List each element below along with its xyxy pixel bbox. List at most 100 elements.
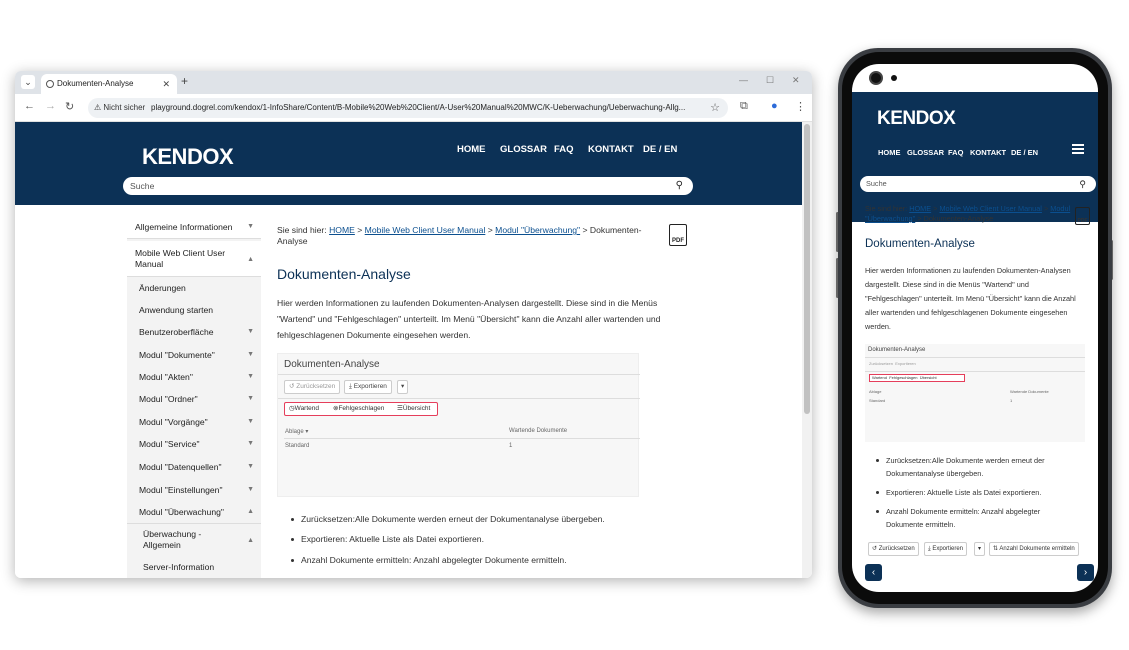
paragraph-line: aller wartenden und fehlgeschlagenen Dok… bbox=[865, 308, 1068, 317]
kendox-logo[interactable]: KENDOX bbox=[877, 108, 956, 130]
sidebar-item-modul-einstellungen[interactable]: Modul "Einstellungen" ▼ bbox=[127, 484, 261, 496]
sidebar-item-modul-datenquellen[interactable]: Modul "Datenquellen" ▼ bbox=[127, 461, 261, 473]
chevron-up-icon: ▲ bbox=[247, 537, 254, 544]
reload-icon[interactable]: ↻ bbox=[65, 100, 74, 113]
nav-faq[interactable]: FAQ bbox=[554, 144, 574, 155]
nav-kontakt[interactable]: KONTAKT bbox=[588, 144, 634, 155]
search-icon[interactable]: ⚲ bbox=[676, 179, 683, 193]
sidebar-item-modul-dokumente[interactable]: Modul "Dokumente" ▼ bbox=[127, 349, 261, 361]
address-bar[interactable]: ⚠ Nicht sicher playground.dogrel.com/ken… bbox=[88, 98, 728, 118]
sidebar-item-modul-ueberwachung[interactable]: Modul "Überwachung" ▲ bbox=[127, 506, 261, 524]
bookmark-star-icon[interactable]: ☆ bbox=[710, 98, 720, 118]
sidebar-item-modul-vorgaenge[interactable]: Modul "Vorgänge" ▼ bbox=[127, 416, 261, 428]
search-input[interactable]: Suche ⚲ bbox=[123, 177, 693, 195]
breadcrumb-separator: > bbox=[933, 204, 938, 213]
browser-tab[interactable]: Dokumenten-Analyse ✕ bbox=[41, 74, 177, 94]
list-item: Anzahl Dokumente ermitteln: Anzahl abgel… bbox=[876, 505, 1086, 531]
breadcrumb-separator: > bbox=[582, 225, 588, 235]
next-page-button[interactable]: › bbox=[1077, 564, 1094, 581]
pdf-download-icon[interactable]: PDF bbox=[669, 224, 687, 246]
sidebar-item-anwendung-starten[interactable]: Anwendung starten bbox=[127, 304, 261, 316]
paragraph-line: werden. bbox=[865, 322, 891, 331]
screenshot-tabs-highlight: Wartend Fehlgeschlagen Übersicht bbox=[869, 374, 965, 382]
minimize-icon[interactable]: — bbox=[739, 75, 748, 85]
menu-dots-icon[interactable]: ⋮ bbox=[795, 100, 806, 113]
screenshot-reset-button: ↺ Zurücksetzen bbox=[284, 380, 341, 394]
reset-button[interactable]: ↺ Zurücksetzen bbox=[868, 542, 919, 556]
kendox-logo[interactable]: KENDOX bbox=[142, 144, 234, 170]
breadcrumb-module-link[interactable]: Modul "Überwachung" bbox=[495, 225, 580, 235]
sidebar-item-label: Modul "Ordner" bbox=[139, 394, 198, 404]
prev-page-button[interactable]: ‹ bbox=[865, 564, 882, 581]
sidebar-item-label: Modul "Einstellungen" bbox=[139, 485, 223, 495]
chevron-down-icon: ▼ bbox=[247, 486, 254, 493]
sidebar-item-benutzeroberflaeche[interactable]: Benutzeroberfläche ▼ bbox=[127, 326, 261, 338]
screenshot-toolbar: Zurücksetzen Exportieren bbox=[869, 361, 916, 366]
nav-home[interactable]: HOME bbox=[878, 148, 901, 157]
sidebar-item-modul-ordner[interactable]: Modul "Ordner" ▼ bbox=[127, 393, 261, 405]
breadcrumb-home-link[interactable]: HOME bbox=[909, 204, 931, 213]
nav-glossar[interactable]: GLOSSAR bbox=[500, 144, 547, 155]
maximize-icon[interactable]: ☐ bbox=[766, 75, 774, 86]
nav-kontakt[interactable]: KONTAKT bbox=[970, 148, 1006, 157]
back-icon[interactable]: ← bbox=[24, 100, 35, 112]
breadcrumb-separator: > bbox=[1043, 204, 1049, 213]
breadcrumb-home-link[interactable]: HOME bbox=[329, 225, 355, 235]
hamburger-menu-icon[interactable] bbox=[1072, 144, 1084, 154]
sidebar-item-modul-service[interactable]: Modul "Service" ▼ bbox=[127, 438, 261, 450]
screenshot-tabs-highlight: ◷ Wartend ⊗ Fehlgeschlagen ☰ Übersicht bbox=[284, 402, 438, 416]
nav-glossar[interactable]: GLOSSAR bbox=[907, 148, 944, 157]
nav-language[interactable]: DE / EN bbox=[1011, 148, 1038, 157]
embedded-screenshot: Dokumenten-Analyse Zurücksetzen Exportie… bbox=[865, 344, 1085, 442]
tab-label: Wartend bbox=[294, 405, 319, 412]
profile-icon[interactable]: ● bbox=[771, 100, 778, 112]
sidebar-item-aenderungen[interactable]: Änderungen bbox=[127, 282, 261, 294]
caret-down-icon[interactable]: ▾ bbox=[974, 542, 986, 556]
screenshot-export-button: ⤓ Exportieren bbox=[344, 380, 392, 394]
close-tab-icon[interactable]: ✕ bbox=[162, 74, 170, 94]
chevron-up-icon: ▲ bbox=[247, 508, 254, 515]
sidebar-item-label: Änderungen bbox=[139, 283, 186, 293]
column-header-waiting: Wartende Dokumente bbox=[509, 428, 568, 434]
search-input[interactable]: Suche ⚲ bbox=[860, 176, 1096, 192]
sidebar-item-ueberwachung-allgemein[interactable]: Überwachung - Allgemein ▲ bbox=[127, 529, 261, 551]
chevron-down-icon: ▼ bbox=[247, 373, 254, 380]
paragraph-line: Hier werden Informationen zu laufenden D… bbox=[865, 266, 1071, 275]
export-label: Exportieren bbox=[895, 361, 916, 366]
export-button[interactable]: ⤓ Exportieren bbox=[924, 542, 968, 556]
warning-icon[interactable]: ⚠ Nicht sicher bbox=[94, 98, 145, 118]
column-label: Ablage bbox=[285, 429, 304, 435]
search-icon[interactable]: ⚲ bbox=[1079, 178, 1086, 190]
forward-icon[interactable]: → bbox=[45, 100, 56, 112]
sidebar-item-server-information[interactable]: Server-Information bbox=[127, 561, 261, 573]
chevron-down-icon: ▼ bbox=[247, 328, 254, 335]
extensions-icon[interactable]: ⧉ bbox=[740, 100, 748, 113]
pdf-download-icon[interactable]: PDF bbox=[1075, 207, 1090, 225]
count-documents-button[interactable]: ⇅ Anzahl Dokumente ermitteln bbox=[989, 542, 1079, 556]
nav-faq[interactable]: FAQ bbox=[948, 148, 963, 157]
tab-search-icon[interactable]: ⌄ bbox=[21, 75, 35, 89]
list-item: Exportieren: Aktuelle Liste als Datei ex… bbox=[291, 534, 484, 544]
page-title: Dokumenten-Analyse bbox=[277, 266, 411, 282]
front-camera-icon bbox=[869, 71, 883, 85]
sidebar-item-allgemeine-informationen[interactable]: Allgemeine Informationen ▼ bbox=[127, 216, 261, 239]
breadcrumb-manual-link[interactable]: Mobile Web Client User Manual bbox=[939, 204, 1041, 213]
row-count: 1 bbox=[509, 443, 513, 449]
sidebar-item-modul-akten[interactable]: Modul "Akten" ▼ bbox=[127, 371, 261, 383]
sidebar-item-label: Server-Information bbox=[143, 562, 215, 572]
breadcrumb-manual-link[interactable]: Mobile Web Client User Manual bbox=[365, 225, 486, 235]
sidebar-item-mobile-web-client[interactable]: Mobile Web Client User Manual ▲ bbox=[127, 241, 261, 277]
scrollbar[interactable] bbox=[802, 122, 812, 578]
sidebar-item-label: Überwachung - Allgemein bbox=[143, 529, 202, 550]
tab-bar: ⌄ Dokumenten-Analyse ✕ + — ☐ ✕ bbox=[15, 71, 812, 94]
sidebar-item-label: Modul "Überwachung" bbox=[139, 507, 224, 517]
nav-home[interactable]: HOME bbox=[457, 144, 486, 155]
close-window-icon[interactable]: ✕ bbox=[792, 75, 800, 86]
screenshot-tab-waiting: ◷ Wartend bbox=[289, 403, 319, 415]
scrollbar-thumb[interactable] bbox=[804, 124, 810, 414]
phone-bezel: KENDOX HOME GLOSSAR FAQ KONTAKT DE / EN … bbox=[842, 52, 1108, 604]
browser-window: ⌄ Dokumenten-Analyse ✕ + — ☐ ✕ ← → ↻ ⚠ N… bbox=[15, 71, 812, 578]
bullet-line: Zurücksetzen:Alle Dokumente werden erneu… bbox=[886, 456, 1045, 465]
new-tab-button[interactable]: + bbox=[181, 74, 188, 88]
nav-language[interactable]: DE / EN bbox=[643, 144, 677, 155]
